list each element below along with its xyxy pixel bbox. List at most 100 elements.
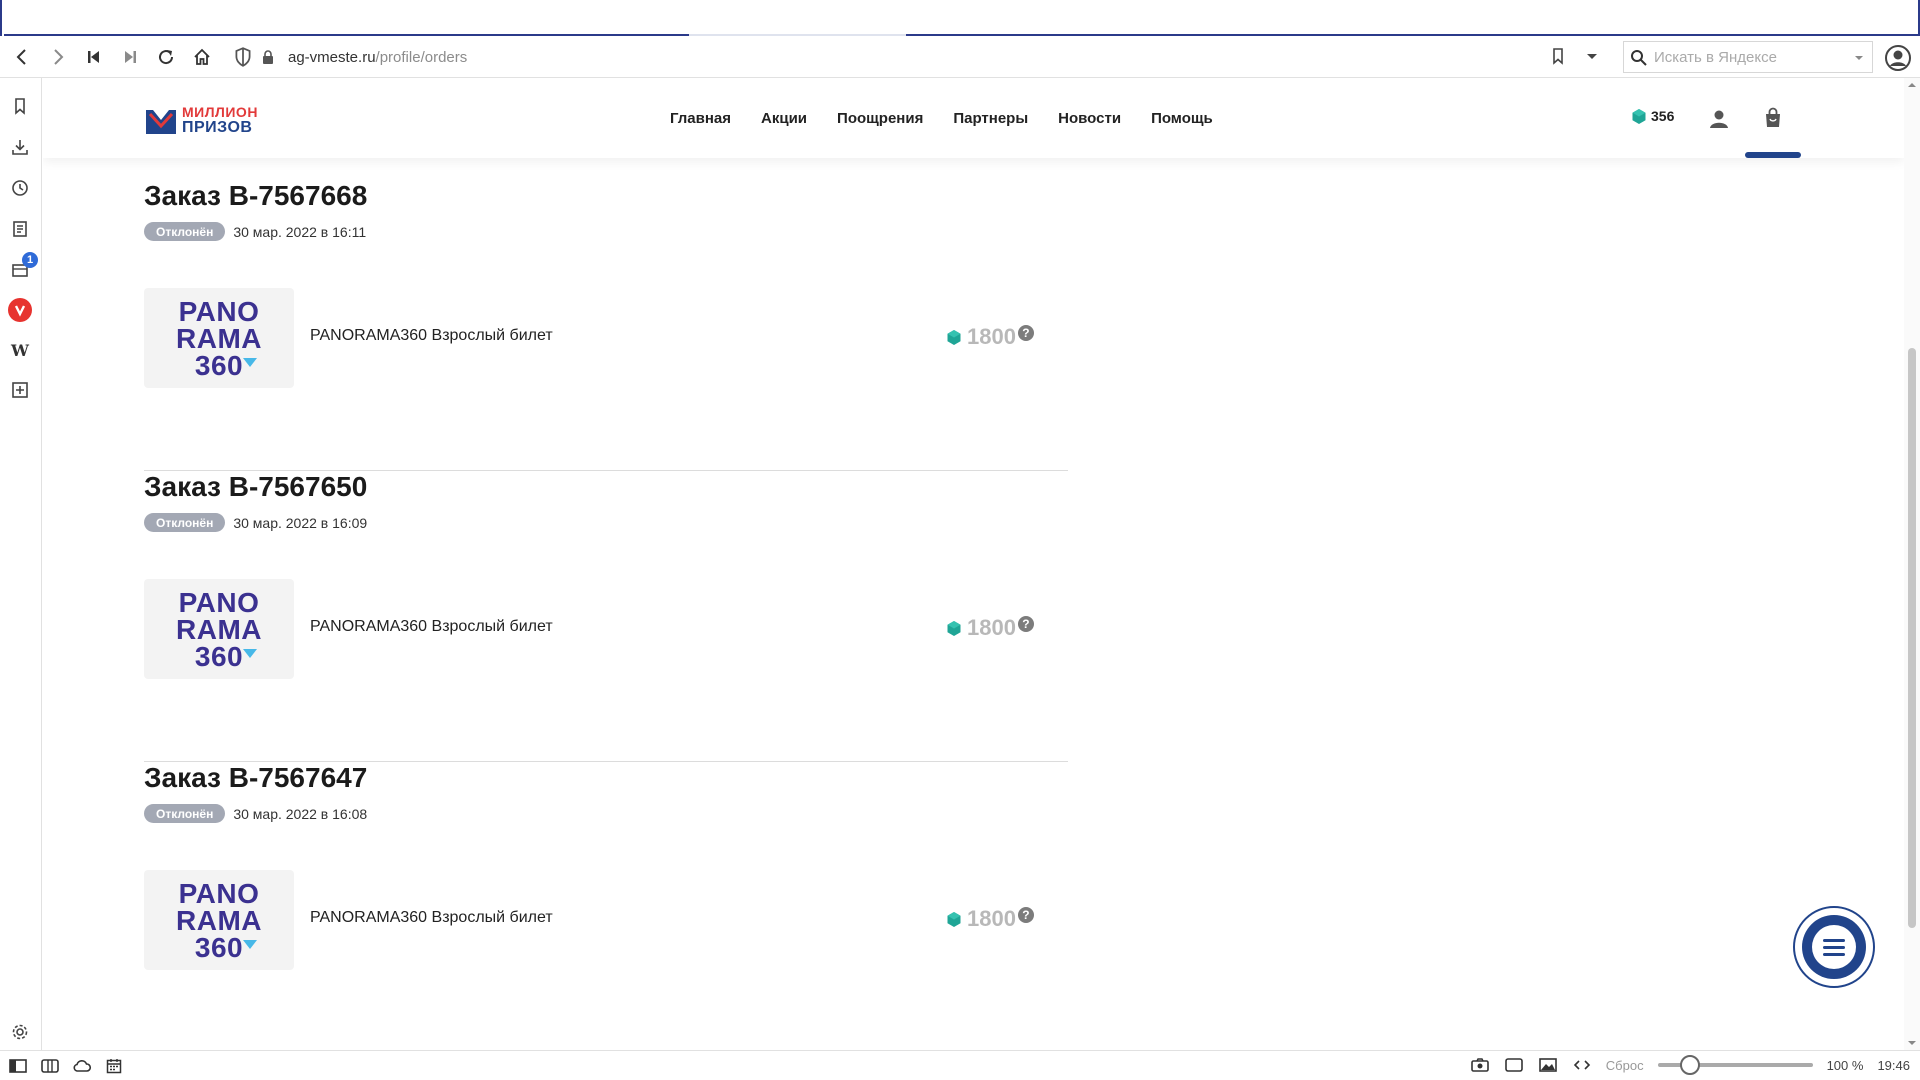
site-logo[interactable]: МИЛЛИОН ПРИЗОВ bbox=[144, 104, 274, 138]
product-logo-line: 360 bbox=[195, 933, 258, 961]
statusbar-left-tools bbox=[8, 1057, 124, 1075]
code-icon[interactable] bbox=[1572, 1056, 1592, 1074]
product-logo-line: PANO bbox=[178, 877, 260, 909]
points-balance[interactable]: 356 bbox=[1632, 108, 1674, 124]
gem-icon bbox=[1632, 108, 1646, 124]
home-icon bbox=[194, 48, 210, 65]
price-value: 1800 bbox=[967, 615, 1016, 640]
tile-tabs-icon[interactable] bbox=[40, 1057, 60, 1075]
logo-mark-icon bbox=[146, 110, 176, 134]
site-header: МИЛЛИОН ПРИЗОВ Главная Акции Поощрения П… bbox=[43, 78, 1904, 158]
nav-item-rewards[interactable]: Поощрения bbox=[837, 110, 923, 127]
order-date: 30 мар. 2022 в 16:11 bbox=[233, 223, 367, 240]
panel-toggle-icon[interactable] bbox=[8, 1057, 28, 1075]
triangle-icon bbox=[243, 648, 258, 658]
gem-icon bbox=[947, 620, 961, 636]
product-price: 1800 ? bbox=[947, 906, 1034, 932]
nav-item-promotions[interactable]: Акции bbox=[761, 110, 807, 127]
search-icon bbox=[1631, 50, 1647, 66]
order-meta: Отклонён 30 мар. 2022 в 16:08 bbox=[144, 804, 367, 823]
zoom-slider-knob[interactable] bbox=[1679, 1055, 1700, 1075]
product-logo-line: RAMA bbox=[176, 322, 262, 354]
add-panel-button[interactable] bbox=[8, 378, 32, 402]
rewind-button[interactable] bbox=[76, 39, 112, 75]
calendar-icon[interactable] bbox=[104, 1057, 124, 1075]
notes-panel-button[interactable] bbox=[8, 217, 32, 241]
price-value: 1800 bbox=[967, 906, 1016, 931]
mail-panel-button[interactable]: 1 bbox=[8, 252, 38, 282]
url-path: /profile/orders bbox=[375, 48, 468, 66]
zoom-slider[interactable] bbox=[1657, 1055, 1813, 1075]
back-button[interactable] bbox=[4, 39, 40, 75]
fast-forward-button[interactable] bbox=[112, 39, 148, 75]
chat-button[interactable] bbox=[1793, 906, 1875, 988]
bookmarks-panel-button[interactable] bbox=[8, 94, 32, 118]
browser-statusbar: Сброс 100 % 19:46 bbox=[0, 1050, 1920, 1080]
order-title: Заказ B-7567668 bbox=[144, 180, 368, 211]
order-product-row: PANO RAMA 360 PANORAMA360 Взрослый билет… bbox=[144, 870, 1068, 970]
clock-icon bbox=[12, 180, 28, 196]
help-icon[interactable]: ? bbox=[1017, 325, 1034, 341]
reload-button[interactable] bbox=[148, 39, 184, 75]
order-date: 30 мар. 2022 в 16:08 bbox=[233, 805, 368, 822]
product-image[interactable]: PANO RAMA 360 bbox=[144, 870, 294, 970]
address-bar-actions bbox=[1548, 46, 1602, 66]
order-card: Заказ B-7567647 Отклонён 30 мар. 2022 в … bbox=[144, 762, 1068, 1050]
triangle-icon bbox=[243, 357, 258, 367]
shopping-bag-icon[interactable] bbox=[1762, 107, 1784, 129]
clock: 19:46 bbox=[1877, 1057, 1910, 1073]
notification-badge: 1 bbox=[22, 252, 38, 268]
bookmark-icon bbox=[15, 98, 25, 115]
gear-icon bbox=[12, 1024, 28, 1040]
gem-icon bbox=[947, 329, 961, 345]
triangle-icon bbox=[243, 939, 258, 949]
product-name[interactable]: PANORAMA360 Взрослый билет bbox=[310, 327, 553, 345]
nav-item-news[interactable]: Новости bbox=[1058, 110, 1121, 127]
scroll-up-icon[interactable] bbox=[1907, 80, 1917, 90]
product-price: 1800 ? bbox=[947, 615, 1034, 641]
zoom-reset-button[interactable]: Сброс bbox=[1606, 1058, 1644, 1073]
vivaldi-panel-button[interactable] bbox=[8, 298, 32, 322]
window-icon[interactable] bbox=[1504, 1056, 1524, 1074]
vivaldi-icon bbox=[14, 305, 26, 317]
page-scrollbar[interactable] bbox=[1904, 78, 1920, 1050]
downloads-panel-button[interactable] bbox=[8, 135, 32, 159]
product-name[interactable]: PANORAMA360 Взрослый билет bbox=[310, 909, 553, 927]
image-icon[interactable] bbox=[1538, 1056, 1558, 1074]
web-page: МИЛЛИОН ПРИЗОВ Главная Акции Поощрения П… bbox=[43, 78, 1904, 1050]
help-icon[interactable]: ? bbox=[1017, 907, 1034, 923]
scroll-down-icon[interactable] bbox=[1907, 1038, 1917, 1048]
nav-item-home[interactable]: Главная bbox=[670, 110, 731, 127]
cloud-sync-icon[interactable] bbox=[72, 1057, 92, 1075]
order-meta: Отклонён 30 мар. 2022 в 16:09 bbox=[144, 513, 367, 532]
search-input[interactable]: Искать в Яндексе bbox=[1623, 41, 1873, 73]
home-button[interactable] bbox=[184, 39, 220, 75]
active-nav-indicator bbox=[1745, 152, 1801, 158]
settings-button[interactable] bbox=[8, 1020, 32, 1044]
main-nav: Главная Акции Поощрения Партнеры Новости… bbox=[670, 78, 1213, 158]
user-icon[interactable] bbox=[1708, 108, 1730, 130]
chevron-down-icon[interactable] bbox=[1854, 53, 1864, 63]
nav-item-partners[interactable]: Партнеры bbox=[953, 110, 1028, 127]
browser-profile-icon[interactable] bbox=[1884, 44, 1912, 72]
lock-icon[interactable] bbox=[260, 49, 276, 65]
product-name[interactable]: PANORAMA360 Взрослый билет bbox=[310, 618, 553, 636]
nav-item-help[interactable]: Помощь bbox=[1151, 110, 1213, 127]
status-badge: Отклонён bbox=[144, 804, 226, 823]
wikipedia-panel-button[interactable]: W bbox=[8, 338, 32, 362]
scroll-thumb[interactable] bbox=[1908, 348, 1916, 928]
orders-list: Заказ B-7567668 Отклонён 30 мар. 2022 в … bbox=[144, 180, 1068, 1050]
product-image[interactable]: PANO RAMA 360 bbox=[144, 288, 294, 388]
shield-icon[interactable] bbox=[232, 46, 254, 68]
url-host: ag-vmeste.ru bbox=[288, 48, 376, 66]
forward-button[interactable] bbox=[40, 39, 76, 75]
zoom-level[interactable]: 100 % bbox=[1827, 1058, 1864, 1073]
plus-box-icon bbox=[12, 382, 28, 398]
camera-icon[interactable] bbox=[1470, 1056, 1490, 1074]
bookmark-icon[interactable] bbox=[1548, 46, 1568, 66]
address-bar[interactable]: ag-vmeste.ru/profile/orders bbox=[232, 40, 1602, 74]
help-icon[interactable]: ? bbox=[1017, 616, 1034, 632]
chevron-down-icon[interactable] bbox=[1582, 46, 1602, 66]
history-panel-button[interactable] bbox=[8, 176, 32, 200]
product-image[interactable]: PANO RAMA 360 bbox=[144, 579, 294, 679]
